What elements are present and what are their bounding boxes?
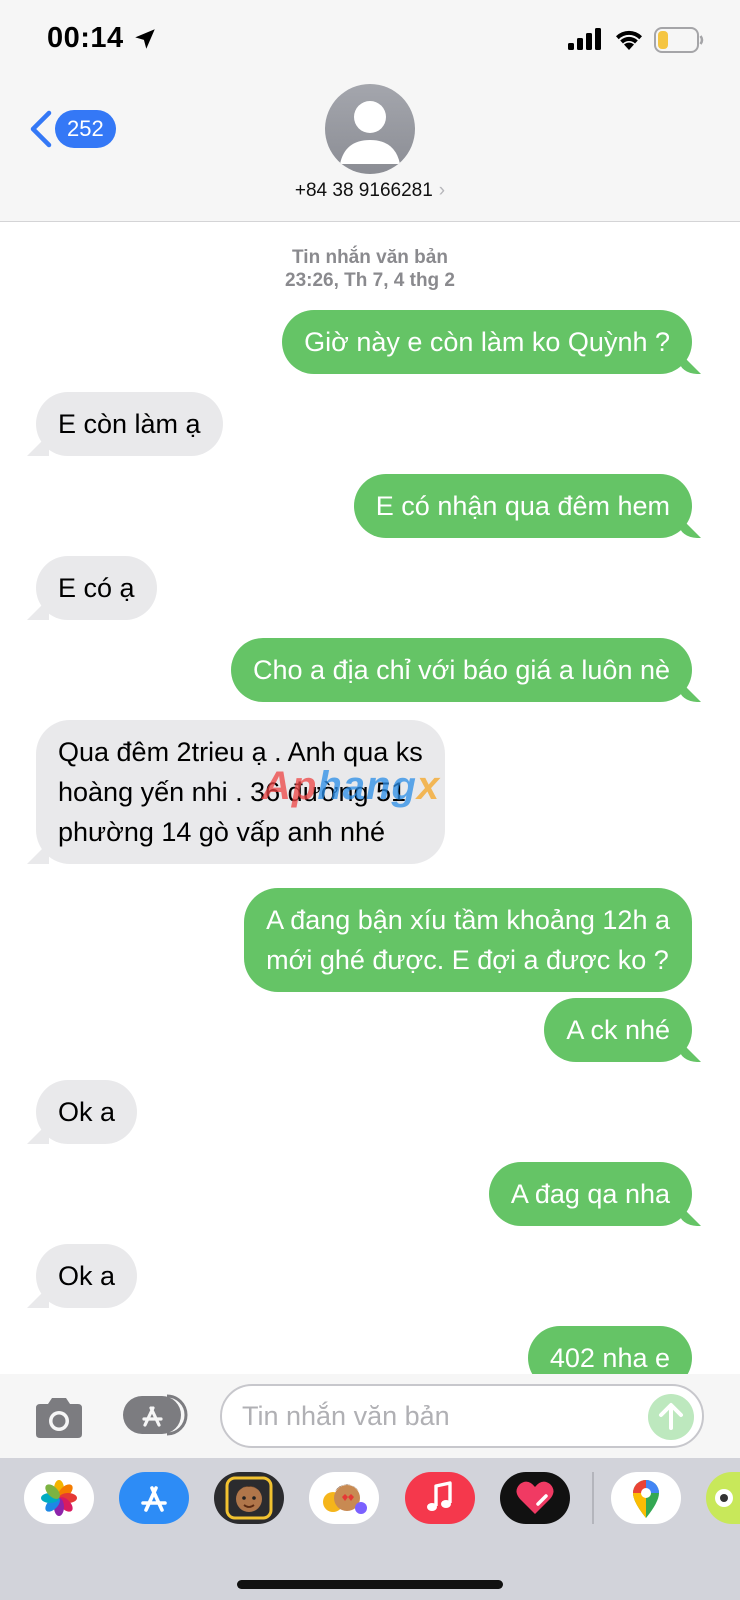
incoming-message[interactable]: E còn làm ạ [36, 392, 223, 456]
incoming-message[interactable]: E có ạ [36, 556, 157, 620]
photos-icon [41, 1480, 77, 1516]
back-chevron-icon[interactable] [28, 110, 54, 148]
contact-chevron-icon: › [438, 180, 446, 201]
contact-avatar[interactable] [325, 84, 415, 174]
conversation-header: 252 +84 38 9166281 › [0, 80, 740, 222]
incoming-message[interactable]: Ok a [36, 1080, 138, 1144]
person-silhouette-icon [340, 101, 400, 164]
camera-icon[interactable] [32, 1396, 86, 1440]
memoji-icon [225, 1476, 273, 1520]
music-note-icon [427, 1481, 452, 1511]
app-store-app[interactable] [119, 1472, 189, 1524]
thread-meta: Tin nhắn văn bản 23:26, Th 7, 4 thg 2 [0, 246, 740, 292]
arrow-up-icon [659, 1403, 683, 1430]
outgoing-message[interactable]: A đang bận xíu tầm khoảng 12h a mới ghé … [244, 888, 692, 992]
location-arrow-icon [135, 29, 155, 49]
watermark-logo: Aphangx [262, 764, 441, 808]
outgoing-message[interactable]: A ck nhé [544, 998, 692, 1062]
heart-touch-icon [516, 1481, 554, 1514]
app-store-button[interactable] [123, 1394, 189, 1436]
contact-name: +84 38 9166281 [294, 180, 433, 201]
compose-bar [0, 1374, 740, 1458]
maps-pin-icon [633, 1480, 659, 1518]
animoji-icon [323, 1484, 367, 1514]
contact-name-row[interactable]: +84 38 9166281 › [0, 180, 740, 202]
send-button[interactable] [648, 1394, 694, 1440]
message-type-label: Tin nhắn văn bản [292, 247, 448, 268]
partial-app-icon [715, 1489, 733, 1507]
outgoing-message[interactable]: Cho a địa chỉ với báo giá a luôn nè [231, 638, 692, 702]
animoji-app[interactable] [309, 1472, 379, 1524]
incoming-message[interactable]: Ok a [36, 1244, 138, 1308]
outgoing-message[interactable]: E có nhận qua đêm hem [353, 474, 692, 538]
outgoing-message[interactable]: A đag qa nha [488, 1162, 692, 1226]
message-input[interactable] [242, 1386, 642, 1446]
message-thread[interactable]: Tin nhắn văn bản 23:26, Th 7, 4 thg 2 Gi… [0, 222, 740, 1374]
outgoing-message[interactable]: Giờ này e còn làm ko Quỳnh ? [282, 310, 692, 374]
digital-touch-app[interactable] [500, 1472, 570, 1524]
partial-app[interactable] [706, 1472, 740, 1524]
status-bar: 00:14 [0, 0, 740, 80]
status-time: 00:14 [47, 22, 124, 54]
back-unread-badge[interactable]: 252 [55, 110, 116, 148]
app-store-icon [141, 1486, 167, 1512]
memoji-app[interactable] [214, 1472, 284, 1524]
maps-app[interactable] [611, 1472, 681, 1524]
imessage-app-drawer [0, 1458, 740, 1600]
outgoing-message[interactable]: 402 nha e [527, 1326, 692, 1374]
cellular-signal-icon [568, 28, 601, 50]
home-indicator[interactable] [237, 1580, 503, 1589]
photos-app[interactable] [24, 1472, 94, 1524]
music-app[interactable] [405, 1472, 475, 1524]
battery-low-icon [654, 27, 704, 53]
wifi-icon [616, 30, 642, 50]
app-store-icon [123, 1394, 188, 1436]
drawer-divider [592, 1472, 594, 1524]
message-input-field[interactable] [220, 1384, 704, 1448]
message-timestamp: 23:26, Th 7, 4 thg 2 [285, 270, 455, 291]
